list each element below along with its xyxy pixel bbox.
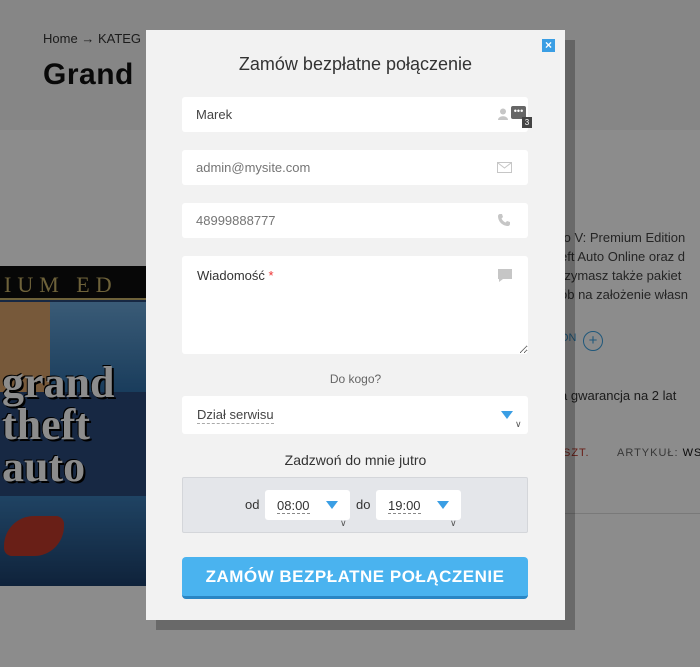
from-label: od [245,497,260,512]
phone-field[interactable] [182,203,528,238]
envelope-icon [497,162,512,173]
to-time-value: 19:00 [388,498,421,514]
phone-input[interactable] [182,203,528,238]
autofill-badge: 3 [522,117,532,128]
time-range-box [182,477,528,533]
dropdown-arrow-icon[interactable] [501,411,513,419]
chevron-down-icon: ∨ [450,518,457,528]
email-input[interactable] [182,150,528,185]
required-asterisk: * [268,268,274,283]
modal-title: Zamów bezpłatne połączenie [238,54,473,74]
message-label: Wiadomość * [197,268,274,283]
chevron-down-icon: ∨ [515,419,522,429]
from-time-value: 08:00 [277,498,310,514]
name-input[interactable] [182,97,528,132]
chevron-down-icon: ∨ [340,518,347,528]
name-field[interactable] [182,97,528,132]
close-button[interactable]: × [542,39,555,52]
chat-bubble-icon [498,269,512,282]
to-whom-label: Do kogo? [329,372,382,386]
dropdown-arrow-icon[interactable] [437,501,449,509]
user-icon [498,108,508,120]
callback-label: Zadzwoń do mnie jutro [284,452,427,468]
submit-button[interactable]: ZAMÓW BEZPŁATNE POŁĄCZENIE [182,557,528,599]
department-value: Dział serwisu [197,407,274,424]
close-icon: × [544,38,552,52]
to-label: do [356,497,371,512]
department-select[interactable]: Dział serwisu [182,396,528,434]
message-label-text: Wiadomość [197,268,265,283]
message-field[interactable]: Wiadomość * [182,256,528,354]
dropdown-arrow-icon[interactable] [326,501,338,509]
email-field[interactable] [182,150,528,185]
phone-icon [498,214,510,226]
